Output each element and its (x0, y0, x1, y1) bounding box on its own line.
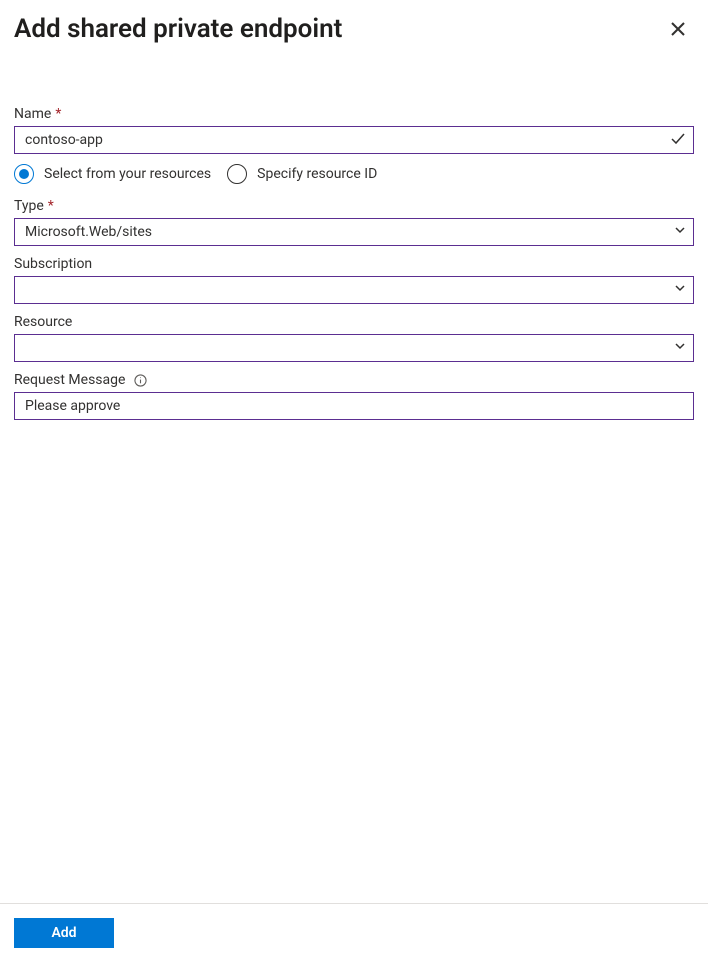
resource-label: Resource (14, 314, 694, 330)
request-message-input[interactable] (14, 392, 694, 420)
add-button[interactable]: Add (14, 918, 114, 948)
name-label-text: Name (14, 106, 51, 122)
type-label-text: Type (14, 198, 44, 214)
request-message-label-text: Request Message (14, 372, 125, 388)
radio-label-specify: Specify resource ID (257, 166, 377, 182)
radio-specify-resource-id[interactable]: Specify resource ID (227, 164, 377, 184)
radio-label-select: Select from your resources (44, 166, 211, 182)
radio-circle-icon (227, 164, 247, 184)
required-marker: * (48, 198, 54, 214)
name-label: Name * (14, 106, 694, 122)
resource-label-text: Resource (14, 314, 72, 330)
close-icon (671, 21, 685, 40)
type-dropdown[interactable]: Microsoft.Web/sites (14, 218, 694, 246)
radio-select-from-resources[interactable]: Select from your resources (14, 164, 211, 184)
subscription-label-text: Subscription (14, 256, 92, 272)
info-icon (133, 373, 147, 387)
subscription-dropdown[interactable] (14, 276, 694, 304)
panel-title: Add shared private endpoint (14, 14, 342, 44)
radio-dot-icon (19, 169, 29, 179)
subscription-label: Subscription (14, 256, 694, 272)
required-marker: * (55, 106, 61, 122)
type-label: Type * (14, 198, 694, 214)
request-message-label: Request Message (14, 372, 694, 388)
name-input[interactable] (14, 126, 694, 154)
resource-dropdown[interactable] (14, 334, 694, 362)
close-button[interactable] (662, 14, 694, 46)
resource-selection-group: Select from your resources Specify resou… (14, 164, 694, 184)
radio-circle-icon (14, 164, 34, 184)
